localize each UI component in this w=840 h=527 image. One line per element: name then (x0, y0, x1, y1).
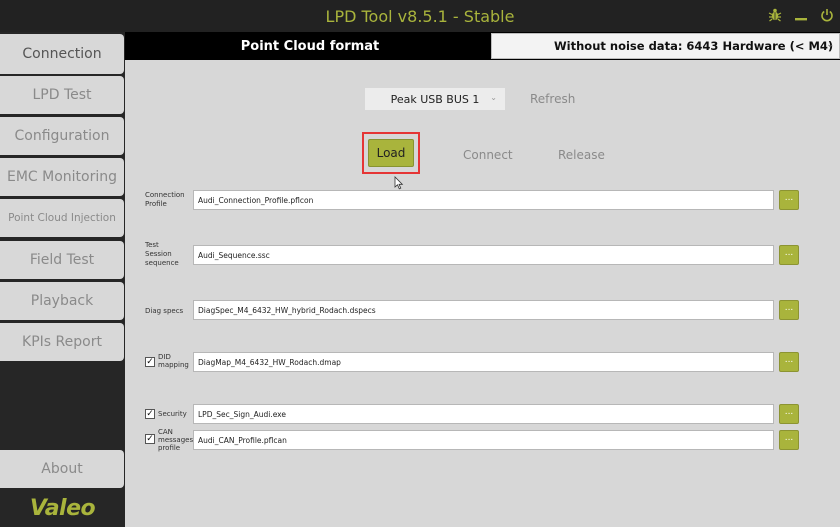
connect-button[interactable]: Connect (463, 148, 513, 162)
sidebar-item-kpis-report[interactable]: KPIs Report (0, 323, 124, 361)
did-mapping-browse-button[interactable]: ... (779, 352, 799, 372)
power-icon[interactable] (818, 6, 836, 24)
load-button-highlight: Load (362, 132, 420, 174)
diag-specs-field[interactable]: DiagSpec_M4_6432_HW_hybrid_Rodach.dspecs (193, 300, 774, 320)
release-button[interactable]: Release (558, 148, 605, 162)
sidebar: Connection LPD Test Configuration EMC Mo… (0, 32, 125, 527)
security-label: Security (158, 410, 187, 418)
did-mapping-checkbox[interactable]: ✓ (145, 357, 155, 367)
did-mapping-field[interactable]: DiagMap_M4_6432_HW_Rodach.dmap (193, 352, 774, 372)
sidebar-item-point-cloud-injection[interactable]: Point Cloud Injection (0, 199, 124, 237)
can-profile-checkbox[interactable]: ✓ (145, 434, 155, 444)
sidebar-item-connection[interactable]: Connection (0, 34, 124, 74)
diag-specs-browse-button[interactable]: ... (779, 300, 799, 320)
sidebar-item-about[interactable]: About (0, 450, 124, 488)
connection-profile-field[interactable]: Audi_Connection_Profile.pflcon (193, 190, 774, 210)
window-title: LPD Tool v8.5.1 - Stable (325, 7, 515, 26)
diag-specs-label: Diag specs (145, 307, 184, 315)
sidebar-item-emc-monitoring[interactable]: EMC Monitoring (0, 158, 124, 196)
bug-icon[interactable] (766, 6, 784, 24)
title-bar: LPD Tool v8.5.1 - Stable (0, 0, 840, 32)
connection-panel: Peak USB BUS 1 ⌄ Refresh Load Connect Re… (125, 60, 840, 527)
sidebar-item-lpd-test[interactable]: LPD Test (0, 76, 124, 114)
valeo-logo: Valeo (29, 496, 96, 521)
sidebar-item-configuration[interactable]: Configuration (0, 117, 124, 155)
sidebar-item-field-test[interactable]: Field Test (0, 241, 124, 279)
sidebar-item-playback[interactable]: Playback (0, 282, 124, 320)
can-profile-browse-button[interactable]: ... (779, 430, 799, 450)
page-title: Point Cloud format (240, 39, 380, 54)
did-mapping-label: DID mapping (158, 353, 189, 369)
hardware-mode-select[interactable]: Without noise data: 6443 Hardware (< M4)… (491, 33, 840, 59)
bus-select[interactable]: Peak USB BUS 1 ⌄ (365, 88, 505, 110)
refresh-button[interactable]: Refresh (530, 92, 575, 106)
hardware-mode-value: Without noise data: 6443 Hardware (< M4) (554, 39, 834, 53)
connection-profile-browse-button[interactable]: ... (779, 190, 799, 210)
security-browse-button[interactable]: ... (779, 404, 799, 424)
chevron-down-icon: ⌄ (826, 40, 834, 50)
test-session-field[interactable]: Audi_Sequence.ssc (193, 245, 774, 265)
can-profile-label: CAN messages profile (158, 428, 194, 452)
minimize-icon[interactable] (792, 6, 810, 24)
bus-select-value: Peak USB BUS 1 (390, 92, 480, 106)
security-checkbox[interactable]: ✓ (145, 409, 155, 419)
chevron-down-icon: ⌄ (490, 93, 497, 102)
can-profile-field[interactable]: Audi_CAN_Profile.pflcan (193, 430, 774, 450)
connection-profile-label: Connection Profile (145, 191, 185, 208)
load-button[interactable]: Load (368, 139, 414, 167)
header-bar: Point Cloud format Without noise data: 6… (125, 32, 840, 60)
security-field[interactable]: LPD_Sec_Sign_Audi.exe (193, 404, 774, 424)
test-session-label: Test Session sequence (145, 241, 179, 267)
test-session-browse-button[interactable]: ... (779, 245, 799, 265)
